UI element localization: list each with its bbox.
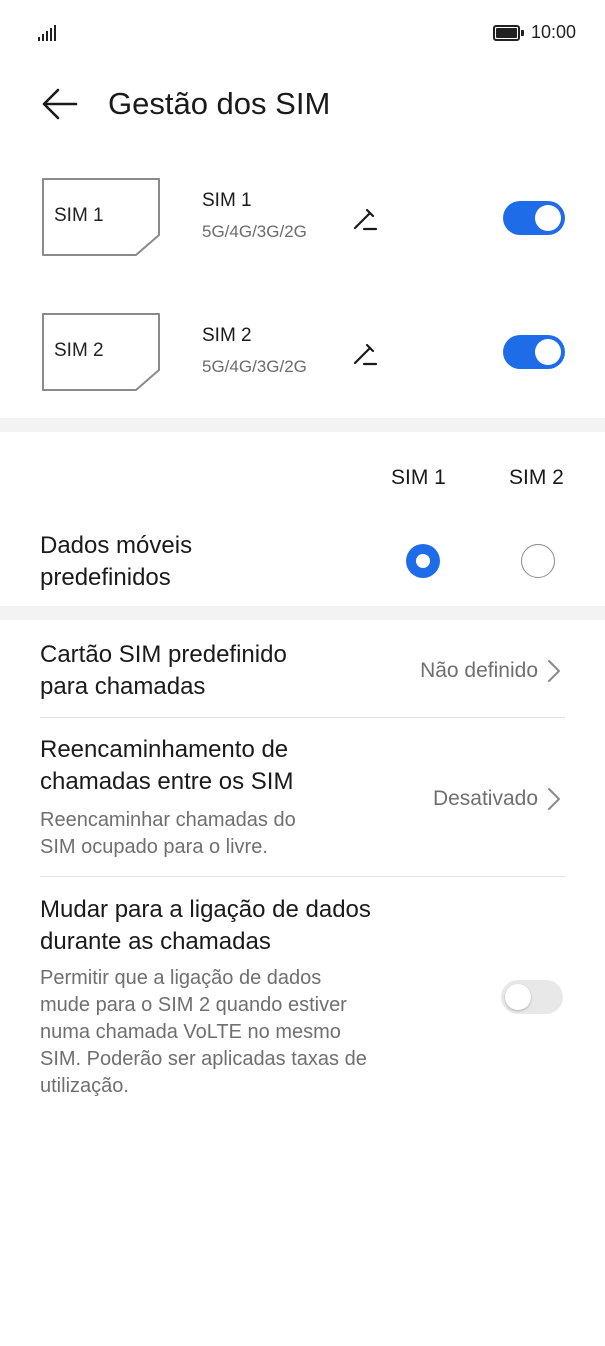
default-call-sim-label: Cartão SIM predefinido para chamadas <box>40 641 287 700</box>
status-bar: 10:00 <box>0 0 605 64</box>
sim-row-2: SIM 2 SIM 2 5G/4G/3G/2G <box>0 311 605 401</box>
data-switch-toggle[interactable] <box>501 980 563 1014</box>
default-data-label: Dados móveis predefinidos <box>40 532 193 591</box>
chevron-right-icon <box>548 660 560 682</box>
pencil-icon <box>353 208 378 231</box>
back-button[interactable] <box>36 82 84 126</box>
column-header-sim-2: SIM 2 <box>509 466 564 489</box>
call-forwarding-value: Desativado <box>432 787 538 810</box>
section-separator <box>0 606 605 620</box>
chevron-right-icon <box>548 788 560 810</box>
page-title: Gestão dos SIM <box>108 86 331 121</box>
sim-name: SIM 1 <box>202 190 252 211</box>
edit-sim-name-button[interactable] <box>350 204 380 234</box>
data-switch-description: Permitir que a ligação de dados mude par… <box>40 967 367 1097</box>
divider <box>40 876 565 877</box>
sim-network-types: 5G/4G/3G/2G <box>202 357 307 376</box>
data-switch-label: Mudar para a ligação de dados durante as… <box>40 896 371 955</box>
signal-icon <box>38 25 58 41</box>
status-time: 10:00 <box>531 22 577 42</box>
sim-card-label: SIM 2 <box>54 340 104 361</box>
sim-network-types: 5G/4G/3G/2G <box>202 222 307 241</box>
battery-icon <box>493 25 524 41</box>
sim-name: SIM 2 <box>202 325 252 346</box>
sim-1-enable-toggle[interactable] <box>503 201 565 235</box>
call-forwarding-label: Reencaminhamento de chamadas entre os SI… <box>40 736 294 795</box>
pencil-icon <box>353 343 378 366</box>
arrow-left-icon <box>42 88 78 120</box>
sim-management-screen: 10:00 Gestão dos SIM SIM 1 SIM 1 5G/4G/3… <box>0 0 605 1346</box>
default-data-sim-1-radio[interactable] <box>406 544 440 578</box>
edit-sim-name-button[interactable] <box>350 339 380 369</box>
column-header-sim-1: SIM 1 <box>391 466 446 489</box>
default-call-sim-value: Não definido <box>420 659 538 682</box>
section-separator <box>0 418 605 432</box>
sim-2-enable-toggle[interactable] <box>503 335 565 369</box>
default-data-sim-2-radio[interactable] <box>521 544 555 578</box>
sim-row-1: SIM 1 SIM 1 5G/4G/3G/2G <box>0 176 605 266</box>
sim-card-label: SIM 1 <box>54 205 104 226</box>
call-forwarding-description: Reencaminhar chamadas do SIM ocupado par… <box>40 809 296 858</box>
